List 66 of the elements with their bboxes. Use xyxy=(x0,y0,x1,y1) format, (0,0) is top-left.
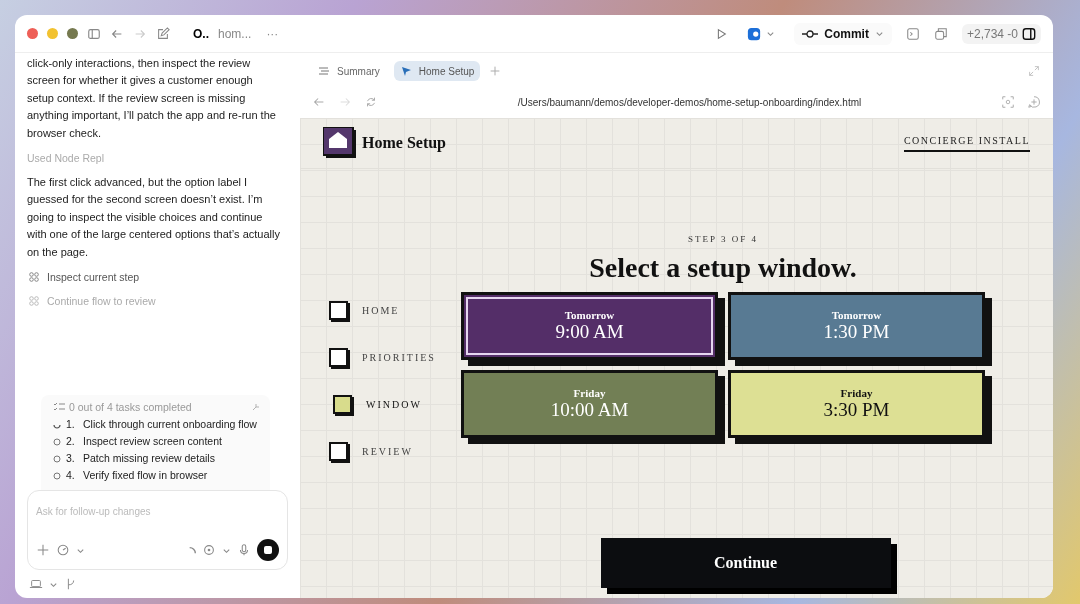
terminal-icon[interactable] xyxy=(905,26,920,41)
diff-button[interactable]: +2,734 -0 xyxy=(961,23,1041,44)
list-icon xyxy=(318,65,330,77)
task-number: 1. xyxy=(66,418,76,430)
split-view-icon xyxy=(1022,26,1036,41)
house-logo-icon xyxy=(323,127,357,159)
tool-note: Used Node Repl xyxy=(27,152,106,165)
app-icon xyxy=(747,26,762,41)
task-summary: 0 out of 4 tasks completed xyxy=(69,401,193,413)
back-icon[interactable] xyxy=(312,95,326,109)
commit-icon xyxy=(802,28,819,39)
chat-message: click-only interactions, then inspect the review screen for whether it gives a customer enough setup context. If the review screen is missing anything important, I’ll patch the app and re-run the browser check. xyxy=(27,56,277,141)
option-day: Friday xyxy=(840,387,873,399)
laptop-icon[interactable] xyxy=(29,577,43,591)
option-time: 3:30 PM xyxy=(823,399,890,421)
task-label: Patch missing review details xyxy=(83,452,215,464)
compose-icon[interactable] xyxy=(156,26,170,41)
task-label: Inspect review screen content xyxy=(83,435,222,447)
copy-icon[interactable] xyxy=(933,26,948,41)
sidebar-icon[interactable] xyxy=(87,26,101,41)
step-name[interactable]: PRIORITIES xyxy=(362,352,436,363)
diff-count: +2,734 -0 xyxy=(966,26,1018,41)
chevron-icon xyxy=(766,29,776,38)
option-time: 9:00 AM xyxy=(555,321,624,343)
step-label: Inspect current step xyxy=(47,271,140,284)
url-field[interactable]: /Users/baumann/demos/developer-demos/home-setup-onboarding/index.html xyxy=(390,96,989,108)
window-subtitle: hom... xyxy=(218,26,252,41)
checklist-icon xyxy=(53,402,65,412)
more-button[interactable]: ··· xyxy=(260,26,285,41)
option-day: Friday xyxy=(573,387,606,399)
expand-icon[interactable] xyxy=(1027,64,1041,78)
stop-icon xyxy=(264,546,272,554)
step-label: Continue flow to review xyxy=(47,295,156,308)
add-icon[interactable] xyxy=(36,543,50,557)
close-button[interactable] xyxy=(27,28,38,39)
reload-icon[interactable] xyxy=(364,95,378,109)
option-time: 1:30 PM xyxy=(823,321,890,343)
browser-tab[interactable]: Home Setup xyxy=(393,61,481,81)
option-time: 10:00 AM xyxy=(550,399,629,421)
site-title: Home Setup xyxy=(362,134,446,152)
task-number: 2. xyxy=(66,435,76,447)
model-icon[interactable] xyxy=(202,543,216,557)
spinner-icon xyxy=(189,546,196,554)
task-number: 3. xyxy=(66,452,76,464)
minimize-button[interactable] xyxy=(47,28,58,39)
step-name[interactable]: HOME xyxy=(362,305,400,316)
step-counter: STEP 3 OF 4 xyxy=(688,234,758,244)
task-number: 4. xyxy=(66,469,76,481)
browser-tab[interactable]: Summary xyxy=(312,61,386,81)
option-day: Tomorrow xyxy=(831,309,882,321)
step-name[interactable]: REVIEW xyxy=(362,446,413,457)
chat-message: The first click advanced, but the option label I guessed for the second screen doesn’t exist. I’m going to inspect the visible choices and continue with one of the large centered options that’s actually on the page. xyxy=(27,175,281,260)
chevron-icon xyxy=(874,29,884,38)
zoom-button[interactable] xyxy=(67,28,78,39)
page-heading: Select a setup window. xyxy=(589,252,857,284)
stop-button[interactable] xyxy=(257,539,279,561)
task-label: Click through current onboarding flow xyxy=(83,418,257,430)
window-title: O.. xyxy=(193,26,209,41)
concierge-link[interactable]: CONCIERGE INSTALL xyxy=(903,134,1030,152)
screenshot-icon[interactable] xyxy=(1001,95,1015,109)
microphone-icon[interactable] xyxy=(237,543,251,557)
step-name[interactable]: WINDOW xyxy=(366,399,422,410)
option-day: Tomorrow xyxy=(564,309,615,321)
gauge-icon[interactable] xyxy=(56,543,70,557)
commit-button[interactable]: Commit xyxy=(794,22,892,45)
task-label: Verify fixed flow in browser xyxy=(83,469,208,481)
